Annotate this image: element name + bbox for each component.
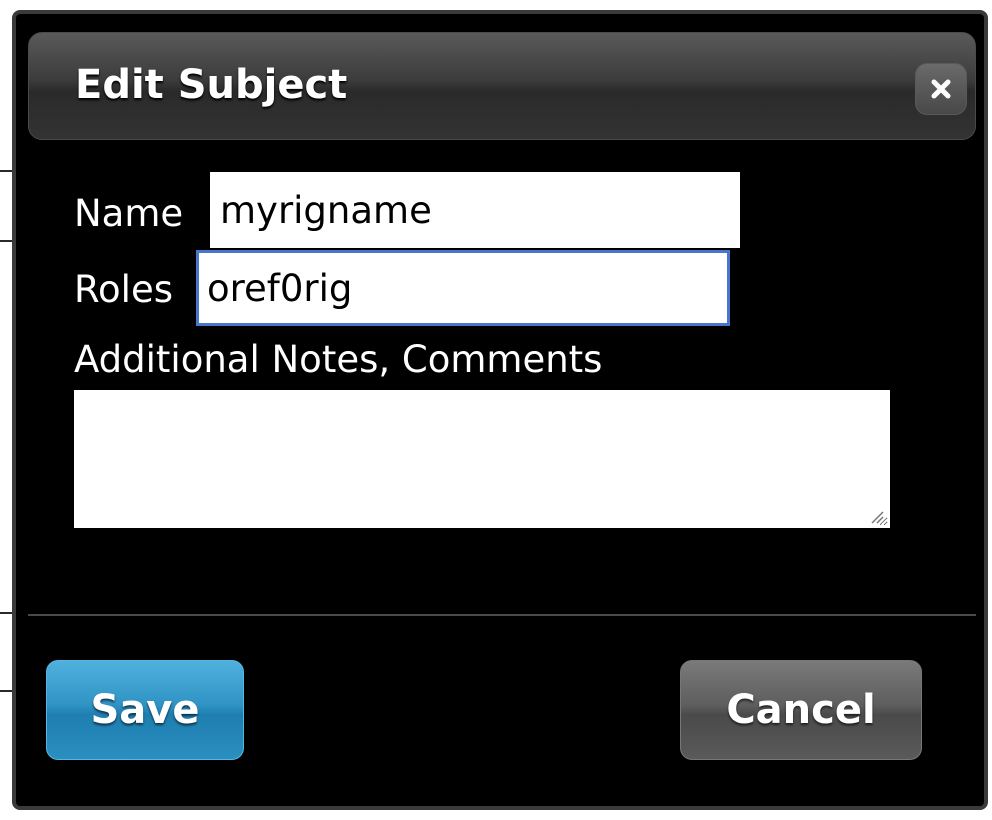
resize-grip-icon[interactable] [868, 508, 884, 524]
close-icon [931, 79, 951, 99]
backdrop-edge [0, 612, 12, 614]
backdrop-edge [0, 170, 12, 172]
notes-label: Additional Notes, Comments [74, 338, 603, 381]
roles-input[interactable] [196, 250, 730, 326]
notes-textarea[interactable] [74, 390, 890, 528]
footer-divider [28, 614, 976, 616]
roles-label: Roles [74, 268, 174, 311]
dialog-titlebar[interactable]: Edit Subject [28, 32, 976, 140]
save-button[interactable]: Save [46, 660, 244, 760]
name-label: Name [74, 192, 184, 235]
backdrop-edge [0, 690, 12, 692]
name-input[interactable] [210, 172, 740, 248]
close-button[interactable] [915, 63, 967, 115]
backdrop-edge [0, 240, 12, 242]
cancel-button[interactable]: Cancel [680, 660, 922, 760]
edit-subject-dialog: Edit Subject Name Roles Additional Notes… [12, 10, 988, 810]
dialog-title: Edit Subject [75, 62, 348, 108]
